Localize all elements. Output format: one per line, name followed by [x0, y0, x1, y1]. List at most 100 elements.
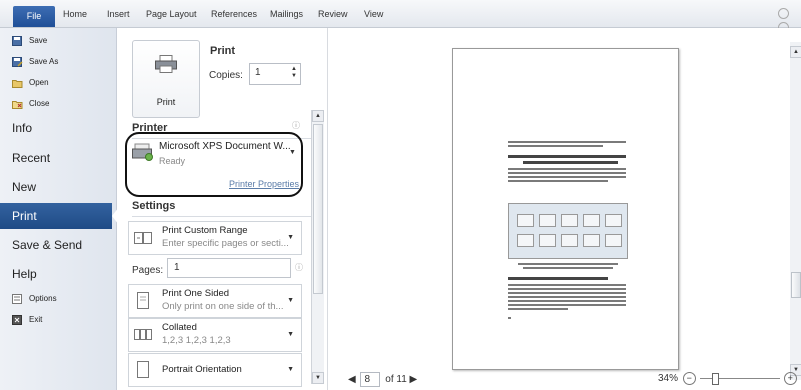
caption-line — [523, 267, 613, 269]
nav-save-send[interactable]: Save & Send — [12, 238, 82, 252]
next-page-icon[interactable]: ▶ — [410, 374, 418, 385]
printer-properties-link[interactable]: Printer Properties — [229, 179, 299, 189]
tab-file[interactable]: File — [13, 6, 55, 27]
text-line — [508, 172, 626, 174]
zoom-control: 34% −+ ⊠ — [658, 372, 801, 385]
spin-arrows-icon[interactable]: ▲ ▼ — [291, 66, 297, 80]
tab-review[interactable]: Review — [318, 9, 348, 19]
printer-status: Ready — [159, 156, 186, 166]
text-line — [508, 180, 608, 182]
nav-save-as[interactable]: Save As — [12, 57, 58, 67]
tab-mailings[interactable]: Mailings — [270, 9, 303, 19]
text-line — [508, 308, 568, 310]
collation-dropdown[interactable]: Collated 1,2,3 1,2,3 1,2,3 ▼ — [128, 318, 302, 352]
text-line — [508, 168, 626, 170]
text-line — [508, 296, 626, 298]
zoom-level[interactable]: 34% — [658, 373, 678, 384]
preview-scrollbar[interactable]: ▲ ▼ — [790, 42, 801, 380]
zoom-out-icon[interactable]: − — [682, 372, 696, 385]
nav-new[interactable]: New — [12, 180, 36, 194]
scroll-up-icon[interactable]: ▲ — [312, 110, 324, 122]
copies-value: 1 — [255, 67, 261, 78]
page-range-icon — [134, 229, 152, 247]
folder-close-icon — [12, 99, 23, 109]
copies-label: Copies: — [209, 70, 243, 81]
nav-close[interactable]: Close — [12, 99, 49, 109]
heading-line — [508, 155, 626, 158]
backstage-nav: Save Save As Open Close Info Recent New … — [0, 28, 122, 390]
printer-device-icon — [132, 140, 154, 162]
folder-open-icon — [12, 78, 23, 88]
minimize-ribbon-icon[interactable] — [778, 8, 789, 19]
zoom-slider-thumb[interactable] — [711, 373, 719, 385]
zoom-in-icon[interactable]: + — [783, 372, 797, 385]
preview-page — [452, 48, 679, 370]
divider — [132, 216, 312, 217]
window-controls — [777, 8, 799, 33]
page-number-mark — [508, 317, 511, 319]
options-icon — [12, 294, 23, 304]
text-line — [508, 141, 626, 143]
nav-exit[interactable]: Exit — [12, 315, 42, 325]
settings-scrollbar[interactable]: ▲ ▼ — [311, 110, 324, 384]
tab-home[interactable]: Home — [63, 9, 87, 19]
nav-help[interactable]: Help — [12, 267, 37, 281]
nav-open[interactable]: Open — [12, 78, 49, 88]
save-icon — [12, 36, 23, 46]
save-as-icon — [12, 57, 23, 67]
text-line — [508, 288, 626, 290]
sides-dropdown[interactable]: Print One Sided Only print on one side o… — [128, 284, 302, 318]
heading-line — [508, 277, 608, 280]
text-line — [508, 300, 626, 302]
nav-save[interactable]: Save — [12, 36, 47, 46]
caption-line — [518, 263, 618, 265]
page-number-input[interactable]: 8 — [360, 372, 381, 387]
one-sided-icon — [134, 292, 152, 310]
tab-insert[interactable]: Insert — [107, 9, 130, 19]
nav-options[interactable]: Options — [12, 294, 57, 304]
print-title: Print — [210, 45, 236, 57]
text-line — [508, 284, 626, 286]
nav-recent[interactable]: Recent — [12, 151, 50, 165]
chevron-down-icon[interactable]: ▼ — [289, 149, 296, 156]
copies-stepper[interactable]: 1 ▲ ▼ — [249, 63, 301, 85]
page-total: of 11 — [385, 374, 407, 385]
text-line — [508, 304, 626, 306]
preview-screenshot-image — [508, 203, 628, 259]
info-icon[interactable]: ⓘ — [292, 120, 300, 131]
chevron-down-icon: ▼ — [287, 297, 294, 304]
settings-heading: Settings — [132, 200, 176, 212]
chevron-down-icon: ▼ — [287, 366, 294, 373]
nav-print[interactable]: Print — [0, 203, 122, 229]
nav-info[interactable]: Info — [12, 121, 32, 135]
chevron-down-icon: ▼ — [287, 331, 294, 338]
print-preview: ▲ ▼ ◀ 8 of 11 ▶ 34% −+ ⊠ — [327, 28, 801, 390]
printer-name: Microsoft XPS Document W... — [159, 141, 291, 152]
printer-icon — [155, 55, 177, 73]
tab-view[interactable]: View — [364, 9, 383, 19]
info-icon[interactable]: ⓘ — [295, 262, 303, 273]
scroll-up-icon[interactable]: ▲ — [790, 46, 801, 58]
text-line — [508, 292, 626, 294]
scroll-down-icon[interactable]: ▼ — [312, 372, 324, 384]
collated-icon — [134, 326, 152, 344]
scroll-thumb[interactable] — [791, 272, 801, 298]
text-line — [508, 176, 626, 178]
pages-input[interactable]: 1 — [167, 258, 291, 278]
tab-page-layout[interactable]: Page Layout — [146, 9, 197, 19]
pages-label: Pages: — [132, 265, 164, 276]
exit-icon — [12, 315, 23, 325]
page-navigator: ◀ 8 of 11 ▶ — [348, 372, 417, 387]
zoom-slider[interactable] — [699, 373, 780, 385]
orientation-dropdown[interactable]: Portrait Orientation ▼ — [128, 353, 302, 387]
heading-line — [523, 161, 618, 164]
tab-references[interactable]: References — [211, 9, 257, 19]
previous-page-icon[interactable]: ◀ — [348, 374, 356, 385]
text-line — [508, 145, 603, 147]
print-settings-panel: Print Print Copies: 1 ▲ ▼ Printer ⓘ Micro… — [117, 28, 327, 390]
print-button[interactable]: Print — [132, 40, 200, 118]
scroll-thumb[interactable] — [313, 124, 323, 294]
portrait-icon — [134, 361, 152, 379]
chevron-down-icon: ▼ — [287, 234, 294, 241]
print-range-dropdown[interactable]: Print Custom Range Enter specific pages … — [128, 221, 302, 255]
